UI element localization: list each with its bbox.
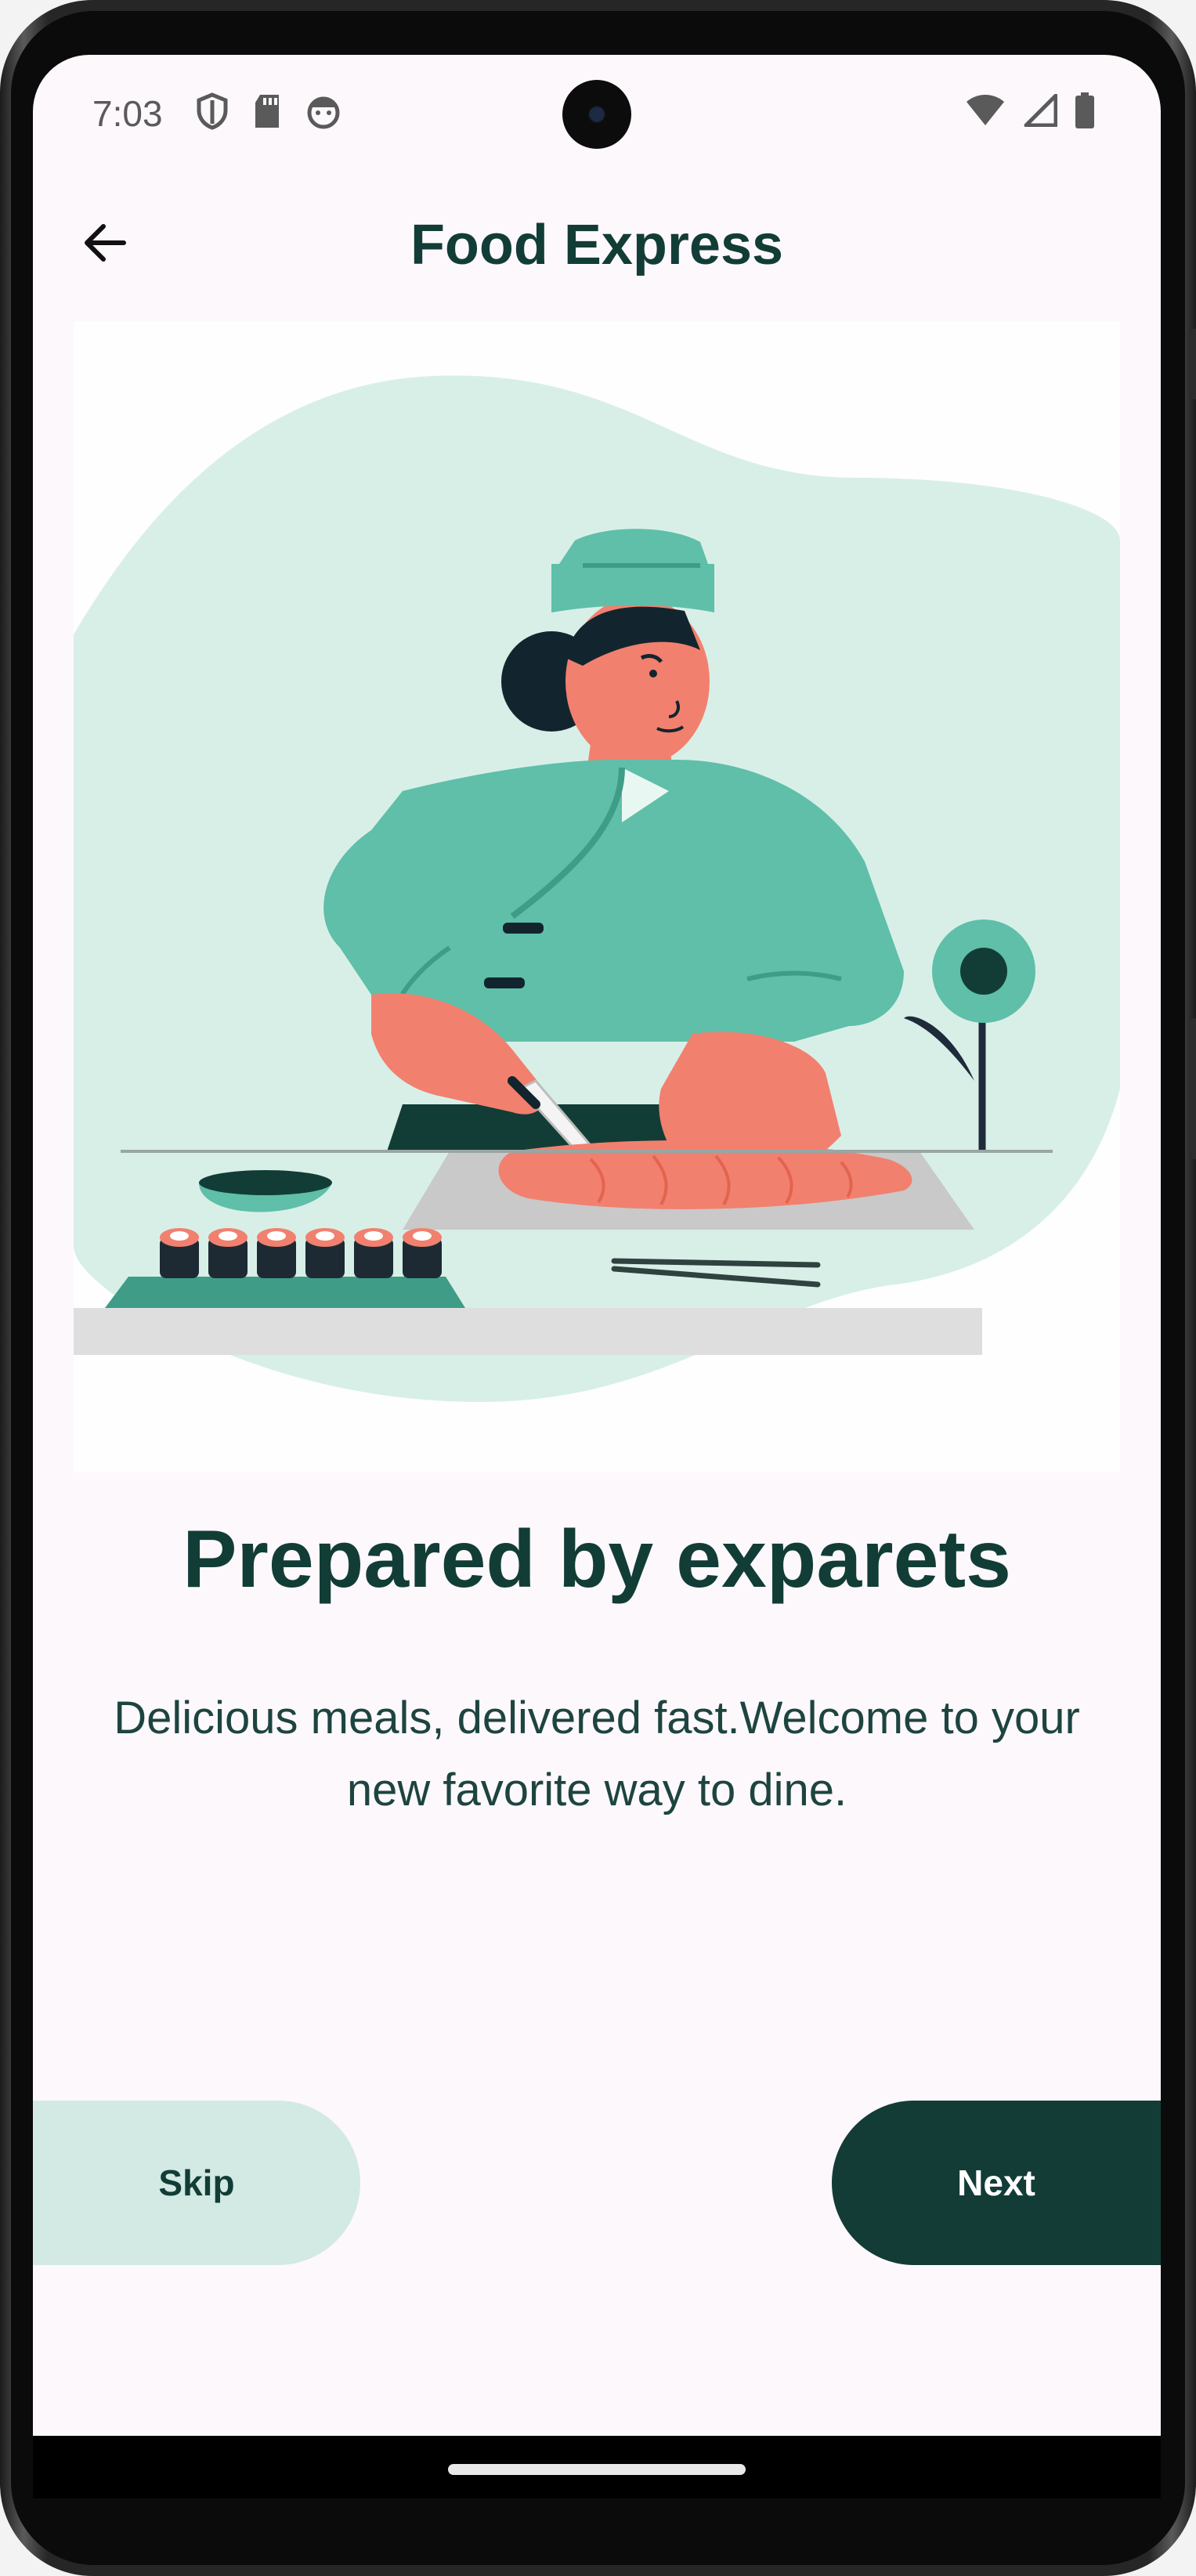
status-bar: 7:03 xyxy=(33,55,1161,172)
status-icons-right xyxy=(965,92,1095,128)
status-icons-left xyxy=(196,92,341,130)
onboarding-headline: Prepared by exparets xyxy=(182,1514,1011,1605)
next-button[interactable]: Next xyxy=(832,2101,1161,2265)
face-icon xyxy=(307,96,340,129)
app-title: Food Express xyxy=(410,214,784,276)
sd-card-icon xyxy=(255,95,279,128)
gesture-nav-bar xyxy=(33,2436,1161,2498)
skip-button-label: Skip xyxy=(158,2162,235,2203)
phone-side-button xyxy=(1190,329,1196,399)
app-screen: 7:03 Food Express Prepared by exparets D… xyxy=(33,55,1161,2436)
front-camera xyxy=(562,80,631,149)
illustration-drawing xyxy=(74,375,1120,1402)
phone-volume-button xyxy=(1190,1018,1196,1159)
next-button-label: Next xyxy=(957,2162,1035,2203)
onboarding-body: Delicious meals, delivered fast.Welcome … xyxy=(114,1693,1080,1815)
home-handle[interactable] xyxy=(448,2464,746,2475)
app-bar: Food Express xyxy=(33,172,1161,313)
status-time: 7:03 xyxy=(92,93,163,134)
chef-preparing-sushi-illustration xyxy=(74,321,1120,1472)
skip-button[interactable]: Skip xyxy=(33,2101,360,2265)
shield-icon xyxy=(197,92,228,130)
wifi-icon xyxy=(967,95,1004,125)
cell-signal-icon xyxy=(1024,94,1057,127)
battery-icon xyxy=(1075,92,1094,128)
